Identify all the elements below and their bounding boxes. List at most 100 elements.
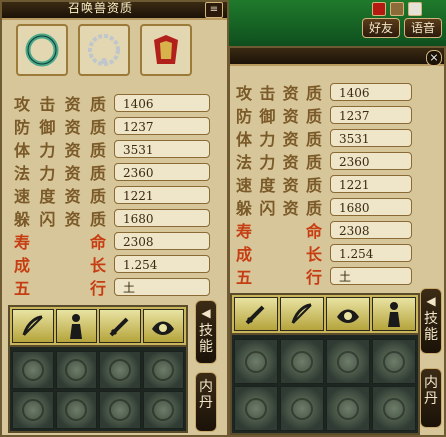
stat-row: 防御资质 1237	[234, 104, 412, 126]
stat-label: 攻击资质	[235, 83, 322, 103]
empty-skill-slot[interactable]	[372, 386, 416, 431]
stat-row: 体力资质 3531	[234, 127, 412, 149]
eye-icon[interactable]	[326, 297, 370, 331]
skill-grid	[232, 337, 418, 433]
empty-skill-slot[interactable]	[234, 386, 278, 431]
status-icons	[372, 2, 422, 16]
stat-label: 成长	[235, 244, 322, 264]
stat-value: 2360	[114, 162, 210, 181]
figure-icon[interactable]	[372, 297, 416, 331]
skill-bar	[232, 295, 418, 335]
stat-row: 体力资质 3531	[12, 138, 210, 160]
stats-list: 攻击资质 1406 防御资质 1237 体力资质 3531 法力资质 2360 …	[12, 92, 210, 299]
stat-label: 寿命	[13, 232, 106, 252]
empty-skill-slot[interactable]	[326, 339, 370, 384]
stat-label: 防御资质	[235, 106, 322, 126]
stat-label: 法力资质	[13, 163, 106, 183]
necklace-icon[interactable]	[78, 24, 130, 76]
stat-value: 1.254	[114, 254, 210, 273]
stat-row: 攻击资质 1406	[234, 81, 412, 103]
stat-value: 1237	[114, 116, 210, 135]
stat-row: 成长 1.254	[12, 253, 210, 275]
empty-skill-slot[interactable]	[326, 386, 370, 431]
stat-row: 躲闪资质 1680	[12, 207, 210, 229]
empty-skill-slot[interactable]	[372, 339, 416, 384]
stat-value: 1406	[330, 82, 412, 101]
friends-button[interactable]: 好友	[361, 18, 400, 38]
stat-label: 躲闪资质	[13, 209, 106, 229]
stat-label: 躲闪资质	[235, 198, 322, 218]
figure-icon[interactable]	[55, 309, 97, 343]
skill-panel	[230, 293, 420, 435]
skill-grid	[10, 349, 186, 431]
stat-value: 土	[114, 277, 210, 296]
pet-aptitude-panel-left: 召唤兽资质 ≡ 攻击资质 1406 防御资质 1237 体力资质 3531 法 …	[0, 0, 229, 437]
stat-row: 寿命 2308	[234, 219, 412, 241]
stat-label: 五行	[13, 278, 106, 298]
stat-value: 1237	[330, 105, 412, 124]
heart-icon[interactable]	[372, 2, 386, 16]
stat-label: 寿命	[235, 221, 322, 241]
empty-skill-slot[interactable]	[12, 391, 54, 429]
stat-value: 1.254	[330, 243, 412, 262]
stat-label: 速度资质	[235, 175, 322, 195]
skill-panel	[8, 305, 188, 433]
voice-button[interactable]: 语音	[403, 18, 442, 38]
bag-icon[interactable]	[408, 2, 422, 16]
empty-skill-slot[interactable]	[142, 391, 184, 429]
stat-row: 法力资质 2360	[234, 150, 412, 172]
skills-tab-button[interactable]: ◀ 技能	[195, 300, 217, 364]
empty-skill-slot[interactable]	[99, 351, 141, 389]
empty-skill-slot[interactable]	[280, 386, 324, 431]
stat-label: 攻击资质	[13, 94, 106, 114]
ring-icon[interactable]	[16, 24, 68, 76]
stat-label: 体力资质	[13, 140, 106, 160]
skills-tab-button[interactable]: ◀ 技能	[420, 288, 442, 354]
eye-icon[interactable]	[142, 309, 184, 343]
sword-icon[interactable]	[234, 297, 278, 331]
top-toolbar: 好友 语音	[340, 0, 446, 46]
bow-icon[interactable]	[280, 297, 324, 331]
equipment-slots	[16, 24, 192, 76]
empty-skill-slot[interactable]	[142, 351, 184, 389]
panel-title: 召唤兽资质	[68, 1, 134, 15]
empty-skill-slot[interactable]	[234, 339, 278, 384]
stat-row: 寿命 2308	[12, 230, 210, 252]
pet-aptitude-panel-right: × 攻击资质 1406 防御资质 1237 体力资质 3531 法力资质 236…	[228, 46, 446, 437]
stat-value: 2308	[330, 220, 412, 239]
stat-row: 五行 土	[12, 276, 210, 298]
stat-value: 1221	[330, 174, 412, 193]
inner-pill-tab-button[interactable]: 内丹	[420, 368, 442, 428]
stat-row: 五行 土	[234, 265, 412, 287]
panel-titlebar: ×	[230, 48, 444, 66]
stat-value: 3531	[330, 128, 412, 147]
empty-skill-slot[interactable]	[12, 351, 54, 389]
stat-value: 1406	[114, 93, 210, 112]
sword-icon[interactable]	[99, 309, 141, 343]
stat-row: 躲闪资质 1680	[234, 196, 412, 218]
empty-skill-slot[interactable]	[99, 391, 141, 429]
stat-value: 1221	[114, 185, 210, 204]
stat-value: 2308	[114, 231, 210, 250]
stat-label: 成长	[13, 255, 106, 275]
empty-skill-slot[interactable]	[55, 391, 97, 429]
stat-label: 法力资质	[235, 152, 322, 172]
stat-label: 五行	[235, 267, 322, 287]
stat-row: 速度资质 1221	[12, 184, 210, 206]
close-icon[interactable]: ×	[426, 50, 442, 66]
stat-value: 土	[330, 266, 412, 285]
panel-titlebar: 召唤兽资质 ≡	[2, 1, 227, 20]
menu-icon[interactable]: ≡	[205, 2, 223, 18]
gear-icon[interactable]	[390, 2, 404, 16]
stat-row: 速度资质 1221	[234, 173, 412, 195]
stat-value: 2360	[330, 151, 412, 170]
empty-skill-slot[interactable]	[55, 351, 97, 389]
bow-icon[interactable]	[12, 309, 54, 343]
stat-row: 成长 1.254	[234, 242, 412, 264]
inner-pill-tab-button[interactable]: 内丹	[195, 372, 217, 432]
stats-list: 攻击资质 1406 防御资质 1237 体力资质 3531 法力资质 2360 …	[234, 81, 412, 288]
armor-icon[interactable]	[140, 24, 192, 76]
stat-value: 1680	[330, 197, 412, 216]
stat-label: 速度资质	[13, 186, 106, 206]
empty-skill-slot[interactable]	[280, 339, 324, 384]
